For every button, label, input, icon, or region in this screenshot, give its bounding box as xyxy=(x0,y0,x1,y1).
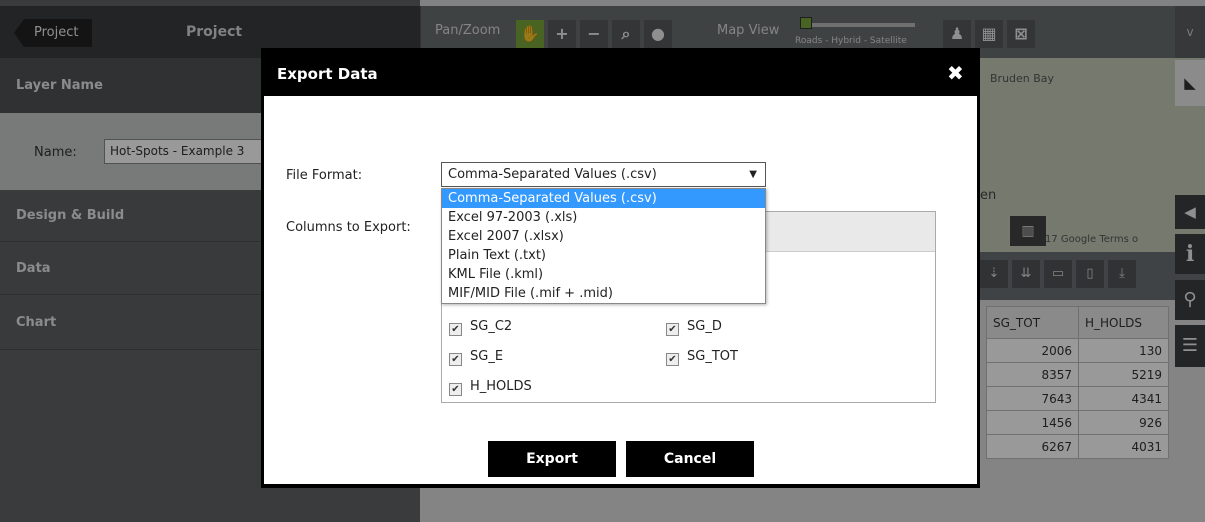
column-name: SG_C2 xyxy=(470,319,513,334)
checkbox-checked-icon: ✔ xyxy=(666,353,679,366)
file-format-label: File Format: xyxy=(286,168,363,183)
export-data-dialog: Export Data ✖ File Format: Comma-Separat… xyxy=(261,48,980,488)
checkbox-checked-icon: ✔ xyxy=(449,323,462,336)
column-checkbox-sg-c2[interactable]: ✔ SG_C2 xyxy=(449,319,512,336)
dropdown-option-xlsx[interactable]: Excel 2007 (.xlsx) xyxy=(442,227,765,246)
dropdown-option-csv[interactable]: Comma-Separated Values (.csv) xyxy=(442,189,765,208)
column-name: SG_TOT xyxy=(687,349,738,364)
checkbox-checked-icon: ✔ xyxy=(449,353,462,366)
chevron-down-icon: ▼ xyxy=(749,169,757,180)
column-name: SG_D xyxy=(687,319,722,334)
close-icon[interactable]: ✖ xyxy=(947,61,964,85)
dialog-title: Export Data xyxy=(277,65,378,83)
column-checkbox-h-holds[interactable]: ✔ H_HOLDS xyxy=(449,379,532,396)
checkbox-checked-icon: ✔ xyxy=(449,383,462,396)
checkbox-checked-icon: ✔ xyxy=(666,323,679,336)
column-checkbox-sg-e[interactable]: ✔ SG_E xyxy=(449,349,503,366)
cancel-button[interactable]: Cancel xyxy=(626,441,754,477)
dropdown-option-mif[interactable]: MIF/MID File (.mif + .mid) xyxy=(442,284,765,303)
file-format-select[interactable]: Comma-Separated Values (.csv) ▼ xyxy=(441,162,766,187)
column-checkbox-sg-d[interactable]: ✔ SG_D xyxy=(666,319,722,336)
column-name: SG_E xyxy=(470,349,504,364)
export-button[interactable]: Export xyxy=(488,441,616,477)
dropdown-option-kml[interactable]: KML File (.kml) xyxy=(442,265,765,284)
dialog-body: File Format: Comma-Separated Values (.cs… xyxy=(264,96,977,484)
dropdown-option-xls[interactable]: Excel 97-2003 (.xls) xyxy=(442,208,765,227)
column-name: H_HOLDS xyxy=(470,379,532,394)
file-format-dropdown: Comma-Separated Values (.csv) Excel 97-2… xyxy=(441,188,766,304)
columns-to-export-label: Columns to Export: xyxy=(286,220,411,235)
dropdown-option-txt[interactable]: Plain Text (.txt) xyxy=(442,246,765,265)
file-format-selected-value: Comma-Separated Values (.csv) xyxy=(448,167,657,182)
column-checkbox-sg-tot[interactable]: ✔ SG_TOT xyxy=(666,349,738,366)
